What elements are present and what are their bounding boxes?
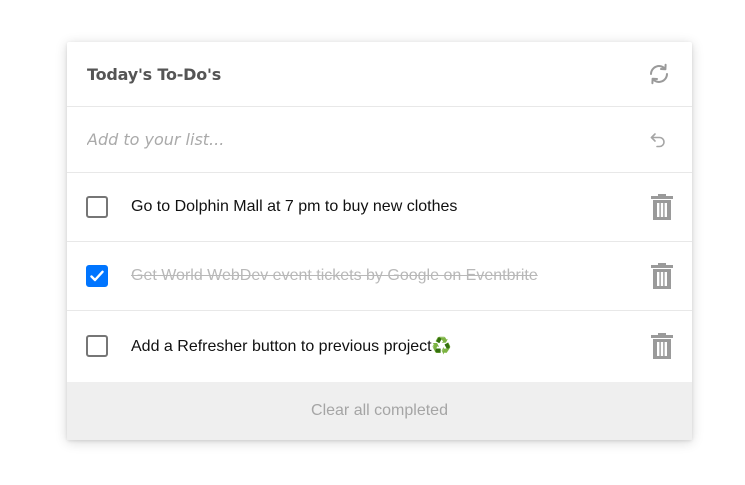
delete-button[interactable]: [651, 194, 673, 220]
todo-card: Today's To-Do's Go to Dolphin Mall at 7 …: [67, 42, 692, 440]
clear-completed-label: Clear all completed: [311, 402, 448, 419]
todo-checkbox-checked[interactable]: [86, 265, 108, 287]
add-todo-input[interactable]: [87, 130, 607, 149]
card-header: Today's To-Do's: [67, 42, 692, 107]
page-title: Today's To-Do's: [87, 64, 222, 84]
todo-item: Get World WebDev event tickets by Google…: [67, 242, 692, 311]
refresh-icon: [650, 63, 668, 85]
delete-button[interactable]: [651, 333, 673, 359]
todo-text: Go to Dolphin Mall at 7 pm to buy new cl…: [131, 198, 458, 215]
checkmark-icon: [90, 270, 104, 282]
todo-checkbox[interactable]: [86, 196, 108, 218]
undo-button[interactable]: [646, 128, 670, 152]
trash-icon: [651, 333, 673, 359]
todo-text: Add a Refresher button to previous proje…: [131, 338, 452, 355]
todo-text: Get World WebDev event tickets by Google…: [131, 267, 538, 284]
trash-icon: [651, 263, 673, 289]
delete-button[interactable]: [651, 263, 673, 289]
refresh-button[interactable]: [647, 62, 671, 86]
clear-completed-button[interactable]: Clear all completed: [67, 382, 692, 440]
todo-item: Go to Dolphin Mall at 7 pm to buy new cl…: [67, 173, 692, 242]
undo-icon: [650, 132, 665, 147]
trash-icon: [651, 194, 673, 220]
todo-checkbox[interactable]: [86, 335, 108, 357]
add-todo-row: [67, 107, 692, 173]
todo-item: Add a Refresher button to previous proje…: [67, 311, 692, 381]
